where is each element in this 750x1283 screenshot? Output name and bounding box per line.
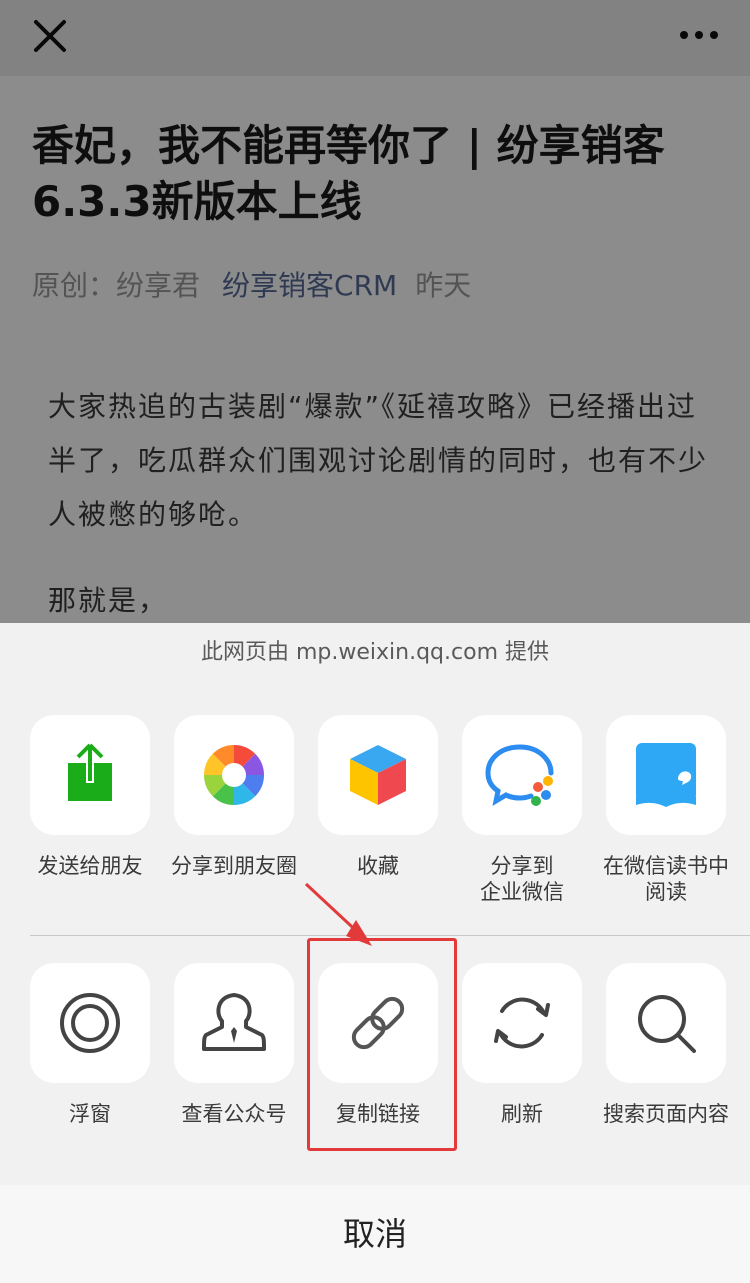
refresh-icon: [494, 997, 550, 1049]
row-divider: [30, 935, 750, 936]
weread-label-text: 在微信读书中 阅读: [603, 854, 729, 904]
moments-icon: [204, 745, 264, 805]
wecom-icon: [485, 744, 554, 807]
search-page-label: 搜索页面内容: [603, 1102, 729, 1126]
annotation-arrow-icon: [304, 882, 372, 946]
official-account-icon: [202, 993, 266, 1051]
refresh-label: 刷新: [501, 1102, 543, 1126]
share-wecom-label-text: 分享到 企业微信: [480, 854, 564, 904]
highlight-box: [307, 938, 457, 1151]
provider-text: 此网页由 mp.weixin.qq.com 提供: [201, 640, 549, 665]
favorites-cube-icon: [350, 745, 406, 805]
share-action-sheet: 此网页由 mp.weixin.qq.com 提供 发送给朋友 分享到朋友圈 收藏…: [0, 623, 750, 1283]
floating-window-button[interactable]: [30, 963, 150, 1083]
official-account-button[interactable]: [174, 963, 294, 1083]
weread-icon: [636, 743, 696, 807]
floating-window-label: 浮窗: [69, 1102, 111, 1126]
share-wecom-button[interactable]: [462, 715, 582, 835]
send-to-friend-label: 发送给朋友: [37, 854, 143, 878]
weread-label: 在微信读书中 阅读: [591, 853, 741, 905]
share-moments-button[interactable]: [174, 715, 294, 835]
favorites-button[interactable]: [318, 715, 438, 835]
floating-window-icon: [60, 993, 120, 1053]
send-to-friend-button[interactable]: [30, 715, 150, 835]
search-page-button[interactable]: [606, 963, 726, 1083]
official-account-label: 查看公众号: [181, 1102, 287, 1126]
share-moments-label: 分享到朋友圈: [171, 854, 297, 878]
share-wecom-label: 分享到 企业微信: [447, 853, 597, 905]
weread-button[interactable]: [606, 715, 726, 835]
search-icon: [638, 995, 696, 1053]
favorites-label: 收藏: [357, 854, 399, 878]
send-to-friend-icon: [68, 743, 112, 801]
cancel-button[interactable]: 取消: [0, 1185, 750, 1283]
refresh-button[interactable]: [462, 963, 582, 1083]
